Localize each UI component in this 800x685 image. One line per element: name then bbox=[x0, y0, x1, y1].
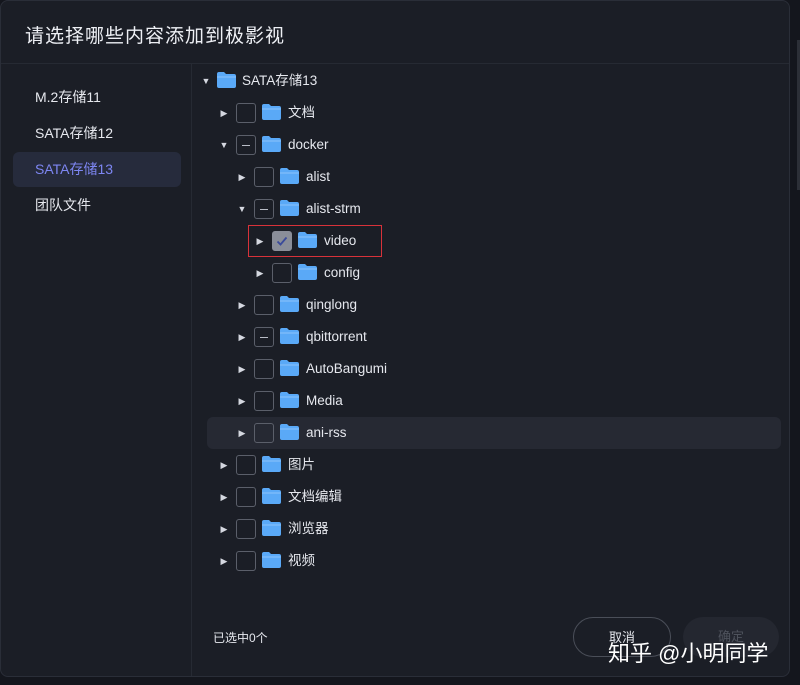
caret-right-icon[interactable]: ▶ bbox=[219, 492, 229, 502]
folder-icon bbox=[216, 71, 237, 89]
caret-right-icon[interactable]: ▶ bbox=[237, 332, 247, 342]
selection-count: 已选中0个 bbox=[213, 631, 268, 645]
folder-icon bbox=[279, 391, 300, 409]
caret-down-icon[interactable]: ▼ bbox=[201, 76, 211, 86]
tree-row[interactable]: ▼ SATA存储13 bbox=[202, 65, 781, 97]
folder-label: 视频 bbox=[288, 553, 315, 568]
dialog-title: 请选择哪些内容添加到极影视 bbox=[25, 26, 286, 47]
caret-right-icon[interactable]: ▶ bbox=[219, 108, 229, 118]
tree-row[interactable]: ▶ config bbox=[207, 257, 781, 289]
folder-label: 文档 bbox=[288, 105, 315, 120]
row-checkbox[interactable] bbox=[254, 327, 274, 347]
storage-sidebar: M.2存储11 SATA存储12 SATA存储13 团队文件 bbox=[1, 64, 192, 676]
tree-row[interactable]: ▶ 图片 bbox=[207, 449, 781, 481]
folder-icon bbox=[279, 423, 300, 441]
tree-row[interactable]: ▶ ani-rss bbox=[207, 417, 781, 449]
folder-icon bbox=[261, 551, 282, 569]
tree-row[interactable]: ▶ AutoBangumi bbox=[207, 353, 781, 385]
caret-right-icon[interactable]: ▶ bbox=[219, 524, 229, 534]
tree-row[interactable]: ▶ alist bbox=[207, 161, 781, 193]
folder-label: docker bbox=[288, 137, 329, 152]
caret-right-icon[interactable]: ▶ bbox=[219, 556, 229, 566]
tree-row[interactable]: ▼ docker bbox=[207, 129, 781, 161]
row-checkbox[interactable] bbox=[254, 359, 274, 379]
folder-tree: ▼ SATA存储13 ▶ 文档 ▼ docker ▶ alist ▼ alist-strm ▶ vid… bbox=[193, 64, 789, 604]
folder-label: alist-strm bbox=[306, 201, 361, 216]
row-checkbox[interactable] bbox=[254, 199, 274, 219]
add-content-dialog: 请选择哪些内容添加到极影视 M.2存储11 SATA存储12 SATA存储13 … bbox=[0, 0, 790, 677]
caret-right-icon[interactable]: ▶ bbox=[237, 428, 247, 438]
watermark: 知乎 @小明同学 bbox=[608, 641, 769, 666]
tree-row[interactable]: ▶ Media bbox=[207, 385, 781, 417]
row-checkbox[interactable] bbox=[254, 295, 274, 315]
sidebar-item-sata-storage-12[interactable]: SATA存储12 bbox=[13, 116, 181, 151]
folder-label: alist bbox=[306, 169, 331, 184]
row-checkbox[interactable] bbox=[236, 519, 256, 539]
caret-right-icon[interactable]: ▶ bbox=[219, 460, 229, 470]
folder-icon bbox=[297, 263, 318, 281]
row-checkbox[interactable] bbox=[272, 263, 292, 283]
caret-down-icon[interactable]: ▼ bbox=[219, 140, 229, 150]
folder-icon bbox=[279, 199, 300, 217]
folder-icon bbox=[261, 519, 282, 537]
row-checkbox[interactable] bbox=[236, 551, 256, 571]
folder-label: qinglong bbox=[306, 297, 358, 312]
folder-icon bbox=[279, 295, 300, 313]
tree-row[interactable]: ▶ qbittorrent bbox=[207, 321, 781, 353]
highlight-box bbox=[248, 225, 382, 257]
row-checkbox[interactable] bbox=[254, 423, 274, 443]
folder-icon bbox=[279, 327, 300, 345]
folder-icon bbox=[261, 487, 282, 505]
folder-label: ani-rss bbox=[306, 425, 347, 440]
folder-icon bbox=[279, 167, 300, 185]
caret-right-icon[interactable]: ▶ bbox=[237, 300, 247, 310]
row-checkbox[interactable] bbox=[236, 135, 256, 155]
caret-right-icon[interactable]: ▶ bbox=[237, 172, 247, 182]
folder-label: SATA存储13 bbox=[242, 73, 318, 88]
sidebar-item-sata-storage-13[interactable]: SATA存储13 bbox=[13, 152, 181, 187]
folder-icon bbox=[261, 103, 282, 121]
tree-row[interactable]: ▶ qinglong bbox=[207, 289, 781, 321]
sidebar-item-team-files[interactable]: 团队文件 bbox=[13, 188, 181, 223]
tree-row[interactable]: ▶ 文档编辑 bbox=[207, 481, 781, 513]
caret-right-icon[interactable]: ▶ bbox=[255, 268, 265, 278]
tree-row[interactable]: ▶ 视频 bbox=[207, 545, 781, 577]
caret-right-icon[interactable]: ▶ bbox=[237, 364, 247, 374]
row-checkbox[interactable] bbox=[236, 455, 256, 475]
folder-icon bbox=[261, 135, 282, 153]
tree-row[interactable]: ▼ alist-strm bbox=[207, 193, 781, 225]
folder-label: 图片 bbox=[288, 457, 315, 472]
folder-label: 浏览器 bbox=[288, 521, 329, 536]
tree-row[interactable]: ▶ 文档 bbox=[207, 97, 781, 129]
caret-right-icon[interactable]: ▶ bbox=[237, 396, 247, 406]
folder-label: Media bbox=[306, 393, 343, 408]
row-checkbox[interactable] bbox=[254, 167, 274, 187]
row-checkbox[interactable] bbox=[254, 391, 274, 411]
folder-label: 文档编辑 bbox=[288, 489, 342, 504]
folder-label: qbittorrent bbox=[306, 329, 367, 344]
tree-row[interactable]: ▶ 浏览器 bbox=[207, 513, 781, 545]
sidebar-item-m2-storage-11[interactable]: M.2存储11 bbox=[13, 80, 181, 115]
folder-icon bbox=[261, 455, 282, 473]
row-checkbox[interactable] bbox=[236, 487, 256, 507]
folder-label: AutoBangumi bbox=[306, 361, 388, 376]
caret-down-icon[interactable]: ▼ bbox=[237, 204, 247, 214]
folder-label: config bbox=[324, 265, 361, 280]
row-checkbox[interactable] bbox=[236, 103, 256, 123]
folder-icon bbox=[279, 359, 300, 377]
